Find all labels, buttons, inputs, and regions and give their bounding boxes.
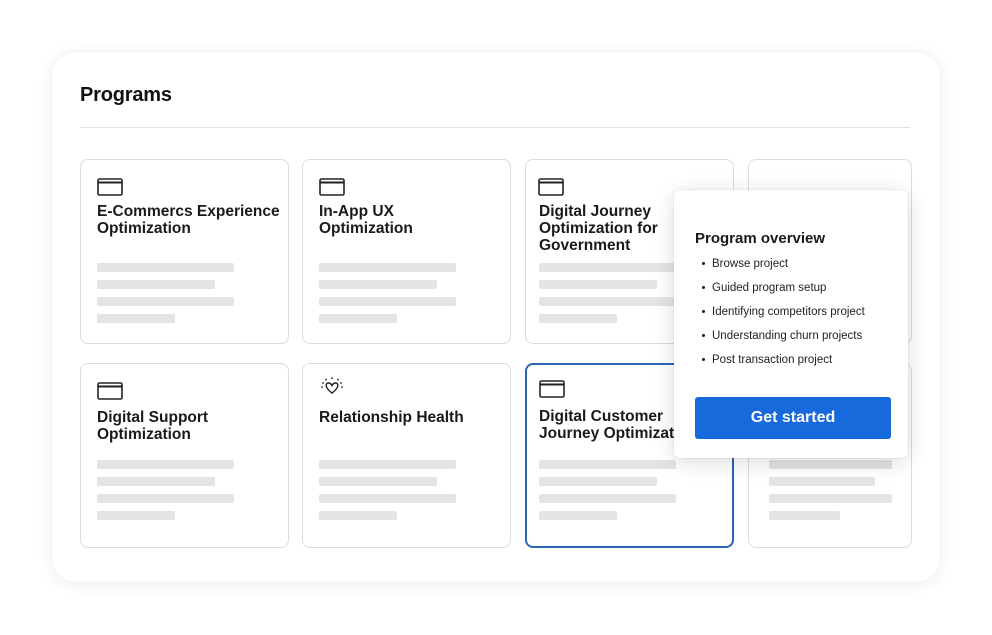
overview-list: Browse project Guided program setup Iden… (702, 256, 865, 376)
popover-title: Program overview (695, 230, 826, 247)
skeleton-line (539, 494, 676, 503)
program-card-title: In-App UX Optimization (319, 203, 413, 237)
program-overview-popover: Program overview Browse project Guided p… (674, 190, 908, 458)
program-card-ecommerce[interactable]: E-Commercs Experience Optimization (80, 159, 289, 344)
skeleton-line (97, 494, 234, 503)
skeleton-line (97, 460, 234, 469)
skeleton-line (319, 280, 437, 289)
skeleton-line (319, 477, 437, 486)
skeleton-line (539, 460, 676, 469)
credit-card-icon (97, 178, 123, 196)
skeleton-line (319, 494, 456, 503)
skeleton-line (769, 494, 892, 503)
skeleton-line (97, 263, 234, 272)
skeleton-line (319, 263, 456, 272)
overview-item: Browse project (702, 256, 865, 280)
skeleton-line (97, 477, 215, 486)
program-card-digital-support[interactable]: Digital Support Optimization (80, 363, 289, 548)
page-title: Programs (80, 84, 172, 106)
skeleton-line (539, 477, 657, 486)
overview-item: Identifying competitors project (702, 304, 865, 328)
skeleton-line (769, 511, 840, 520)
credit-card-icon (538, 178, 564, 196)
skeleton-line (97, 314, 175, 323)
credit-card-icon (539, 380, 565, 398)
skeleton-line (769, 477, 875, 486)
skeleton-line (319, 297, 456, 306)
skeleton-line (539, 314, 617, 323)
skeleton-line (319, 460, 456, 469)
program-card-in-app-ux[interactable]: In-App UX Optimization (302, 159, 511, 344)
program-card-title: E-Commercs Experience Optimization (97, 203, 280, 237)
program-card-title: Relationship Health (319, 409, 464, 426)
skeleton-line (539, 297, 676, 306)
skeleton-line (97, 511, 175, 520)
skeleton-line (539, 263, 676, 272)
skeleton-line (319, 511, 397, 520)
overview-item: Understanding churn projects (702, 328, 865, 352)
credit-card-icon (97, 382, 123, 400)
credit-card-icon (319, 178, 345, 196)
skeleton-line (769, 460, 892, 469)
skeleton-line (319, 314, 397, 323)
get-started-button[interactable]: Get started (695, 397, 891, 439)
title-divider (80, 127, 910, 128)
skeleton-line (539, 511, 617, 520)
program-card-title: Digital Support Optimization (97, 409, 209, 443)
overview-item: Guided program setup (702, 280, 865, 304)
skeleton-line (97, 297, 234, 306)
heart-sparkle-icon (321, 377, 343, 394)
skeleton-line (539, 280, 657, 289)
program-card-relationship-health[interactable]: Relationship Health (302, 363, 511, 548)
overview-item: Post transaction project (702, 352, 865, 376)
skeleton-line (97, 280, 215, 289)
